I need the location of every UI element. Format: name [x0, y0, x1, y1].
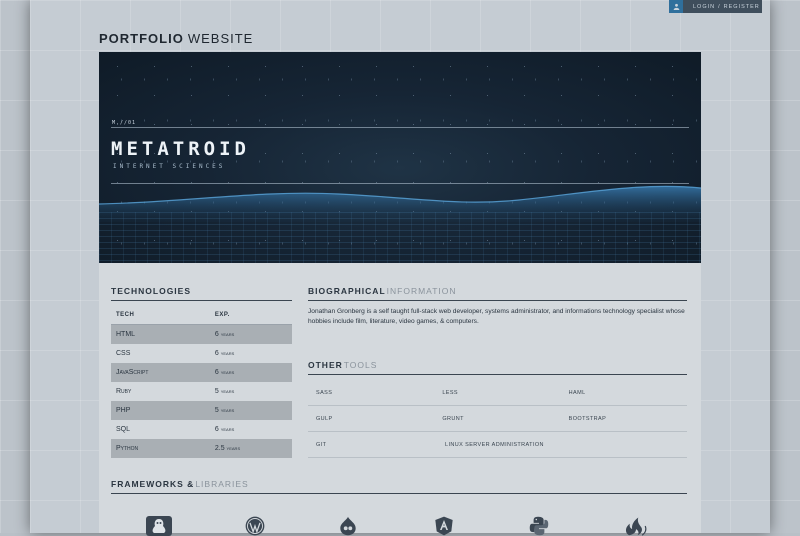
column-header-tech: Tech — [111, 306, 210, 325]
tech-years: 6 — [214, 426, 219, 433]
hero-banner: M.//01 METATROID INTERNET SCIENCES — [99, 52, 701, 263]
tech-exp: 6 years — [210, 344, 292, 363]
tech-name: PHP — [111, 401, 210, 420]
hero-logo-subtitle: INTERNET SCIENCES — [113, 163, 226, 170]
tech-unit: years — [220, 389, 235, 395]
tech-exp: 5 years — [209, 401, 292, 420]
tech-name: CSS — [116, 350, 131, 357]
site-title[interactable]: Portfolio Website — [99, 31, 253, 46]
hero-rule-top — [111, 127, 689, 128]
bio-text: Jonathan Gronberg is a self taught full-… — [308, 308, 685, 325]
tech-unit: years — [220, 370, 235, 376]
portfolio-page: Login / Register Portfolio Website M.//01 M… — [30, 0, 770, 536]
login-separator: / — [718, 3, 721, 10]
hero-rule-bottom — [111, 183, 689, 184]
technologies-table: Tech Exp. HTML 6 years CSS 6 years JavaS… — [111, 306, 292, 458]
tech-years: 6 — [214, 350, 219, 357]
register-link[interactable]: Register — [724, 4, 760, 10]
table-header-row: Tech Exp. — [111, 306, 292, 325]
frameworks-heading-ghost: Libraries — [195, 479, 249, 489]
tools-heading-strong: Other — [308, 360, 343, 370]
wordpress-icon[interactable] — [239, 516, 271, 536]
hero-kicker: M.//01 — [112, 120, 137, 126]
frameworks-icons — [99, 516, 701, 536]
tool-item: Haml — [568, 389, 586, 396]
bio-heading: BiographicalInformation — [308, 286, 687, 301]
login-link[interactable]: Login — [693, 4, 715, 10]
codeigniter-icon[interactable] — [619, 516, 653, 536]
linux-icon[interactable] — [146, 516, 172, 536]
tech-unit: years — [220, 332, 235, 338]
bio-heading-strong: Biographical — [308, 286, 386, 296]
tool-item: Sass — [316, 389, 333, 396]
table-row: HTML 6 years — [111, 324, 292, 344]
technologies-heading: Technologies — [111, 286, 292, 301]
tech-years: 6 — [214, 369, 219, 376]
tech-years: 5 — [214, 407, 219, 414]
angular-icon[interactable] — [430, 516, 458, 536]
site-title-strong: Portfolio — [99, 31, 184, 46]
site-title-light: Website — [187, 31, 254, 46]
table-row: CSS 6 years — [111, 344, 292, 363]
tech-name: Ruby — [116, 388, 132, 395]
tool-item: Bootstrap — [568, 415, 607, 422]
tools-row: Gulp Grunt Bootstrap — [308, 406, 687, 432]
tech-exp: 6 years — [209, 363, 292, 382]
tools-row: Sass Less Haml — [308, 380, 687, 406]
drupal-icon[interactable] — [335, 516, 361, 536]
tech-unit: years — [220, 351, 235, 357]
tool-item: Gulp — [316, 415, 333, 422]
tech-unit: years — [226, 446, 241, 452]
user-icon[interactable] — [669, 0, 683, 13]
tech-years: 5 — [214, 388, 219, 395]
tech-name: SQL — [116, 426, 131, 433]
tech-exp: 6 years — [209, 324, 292, 344]
tech-name: Python — [111, 439, 210, 458]
tool-item: Git — [316, 441, 327, 448]
bio-heading-ghost: Information — [386, 286, 457, 296]
column-header-exp: Exp. — [209, 306, 292, 325]
tools-row: Git Linux Server Administration — [308, 432, 687, 458]
table-row: Ruby 5 years — [111, 382, 292, 401]
tools-list: Sass Less Haml Gulp Grunt Bootstrap Git … — [308, 380, 687, 458]
python-icon[interactable] — [526, 516, 552, 536]
tech-exp: 2.5 years — [209, 439, 292, 458]
tech-unit: years — [220, 408, 235, 414]
tech-years: 2.5 — [214, 445, 225, 452]
tech-unit: years — [220, 427, 235, 433]
tool-item: Linux Server Administration — [445, 441, 544, 448]
hero-logo-title: METATROID — [111, 138, 250, 160]
grid-floor — [99, 212, 701, 263]
tools-heading-ghost: Tools — [343, 360, 378, 370]
table-row: SQL 6 years — [111, 420, 292, 439]
tool-item: Less — [442, 389, 458, 396]
table-row: Python 2.5 years — [111, 439, 292, 458]
tech-name: HTML — [111, 324, 210, 344]
tech-exp: 6 years — [210, 420, 292, 439]
tech-exp: 5 years — [210, 382, 292, 401]
table-row: JavaScript 6 years — [111, 363, 292, 382]
tool-item: Grunt — [442, 415, 464, 422]
tools-heading: OtherTools — [308, 360, 687, 375]
content-panel: Technologies Tech Exp. HTML 6 years CSS … — [99, 263, 701, 536]
frameworks-heading-strong: Frameworks & — [111, 479, 195, 489]
tech-years: 6 — [214, 331, 219, 338]
table-row: PHP 5 years — [111, 401, 292, 420]
frameworks-heading: Frameworks &Libraries — [111, 479, 687, 494]
login-bar: Login / Register — [669, 0, 762, 13]
tech-name: JavaScript — [111, 363, 210, 382]
